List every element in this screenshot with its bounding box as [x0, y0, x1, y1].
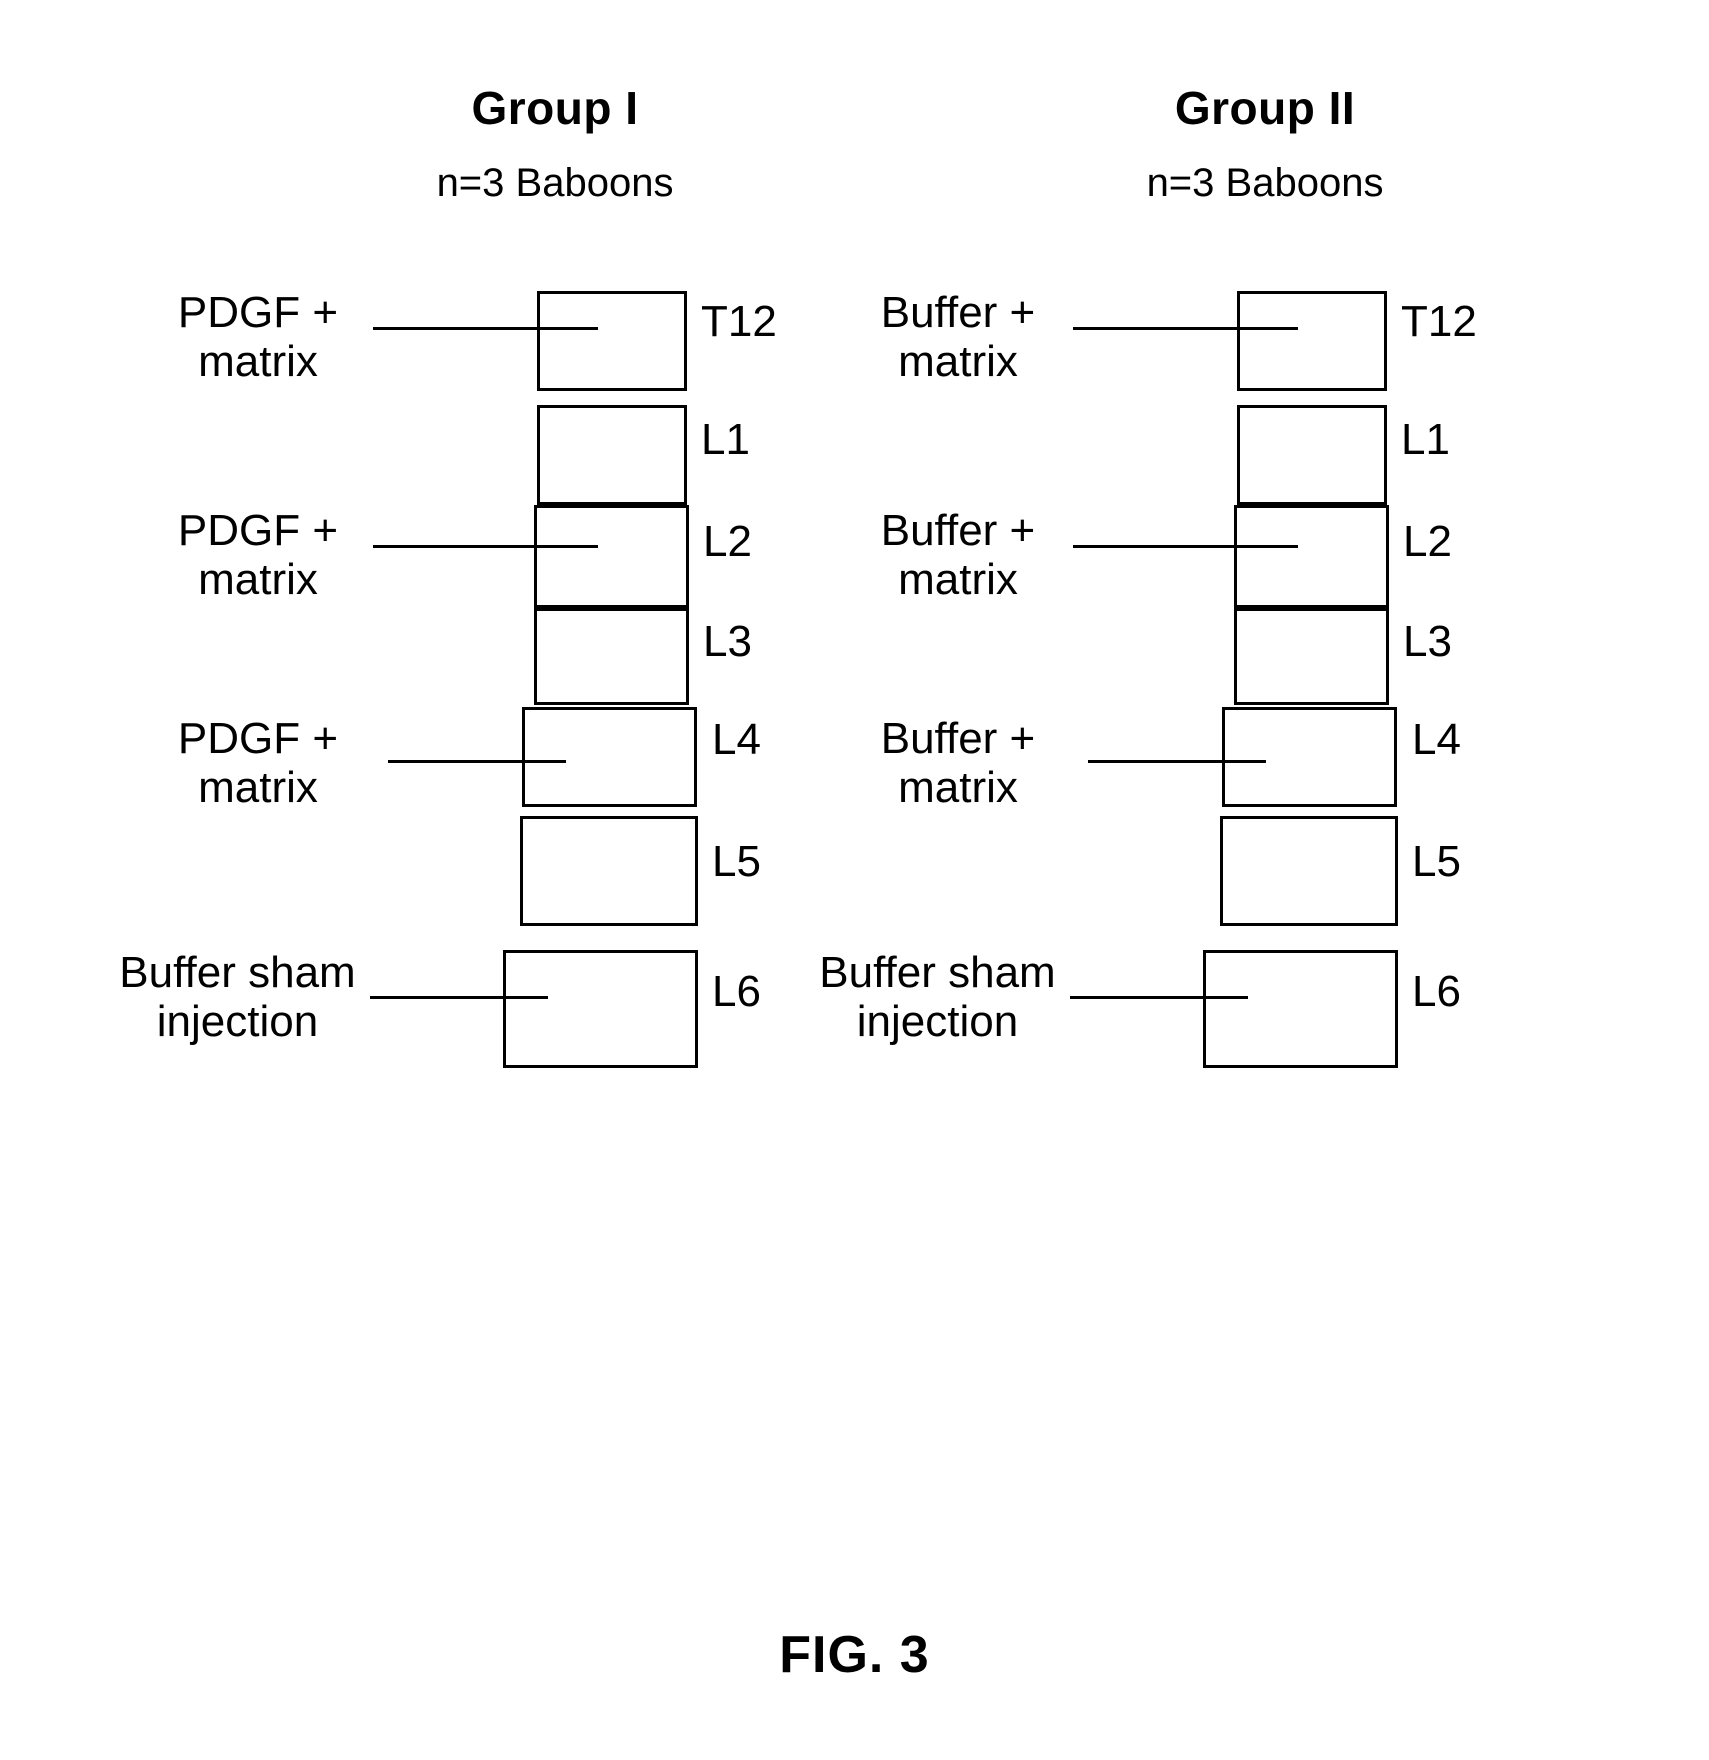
treatment-label-l2-line2: matrix: [898, 555, 1018, 605]
vertebra-box-l6: [503, 950, 698, 1068]
treatment-label-l2-line1: PDGF +: [177, 506, 339, 555]
treatment-label-l2-line1: Buffer +: [880, 506, 1036, 555]
treatment-label-l2: PDGF + matrix: [138, 506, 378, 605]
treatment-label-l6: Buffer sham injection: [810, 948, 1065, 1047]
treatment-label-t12: Buffer + matrix: [838, 288, 1078, 387]
vertebra-label-l1: L1: [1401, 415, 1450, 464]
treatment-label-l4-line1: PDGF +: [177, 714, 339, 763]
vertebra-label-l6: L6: [1412, 967, 1461, 1016]
treatment-label-l4-line1: Buffer +: [880, 714, 1036, 763]
leader-line-l6: [1070, 996, 1248, 999]
leader-line-l4: [1088, 760, 1266, 763]
vertebra-box-l5: [520, 816, 698, 926]
vertebra-box-l4: [522, 707, 697, 807]
leader-line-l2: [1073, 545, 1298, 548]
treatment-label-l6-line2: injection: [856, 997, 1019, 1047]
treatment-label-t12-line2: matrix: [898, 337, 1018, 387]
vertebra-box-l2: [1234, 505, 1389, 608]
vertebra-label-l2: L2: [1403, 517, 1452, 566]
vertebra-box-l6: [1203, 950, 1398, 1068]
vertebra-box-l3: [534, 608, 689, 705]
treatment-label-l2: Buffer + matrix: [838, 506, 1078, 605]
treatment-label-t12-line2: matrix: [198, 337, 318, 387]
treatment-label-l4-line2: matrix: [898, 763, 1018, 813]
vertebra-box-t12: [1237, 291, 1387, 391]
treatment-label-l6-line1: Buffer sham: [119, 948, 356, 997]
vertebra-box-l3: [1234, 608, 1389, 705]
treatment-label-l4: Buffer + matrix: [838, 714, 1078, 813]
vertebra-label-l4: L4: [1412, 715, 1461, 764]
figure-caption: FIG. 3: [779, 1626, 930, 1684]
treatment-label-t12: PDGF + matrix: [138, 288, 378, 387]
vertebra-label-t12: T12: [1401, 297, 1477, 346]
treatment-label-l6-line1: Buffer sham: [819, 948, 1056, 997]
vertebra-box-l5: [1220, 816, 1398, 926]
spine-diagram-group-2: T12 L1 L2 L3 L4 L5 L6 Buffer + matrix Bu…: [700, 0, 1554, 1760]
vertebra-label-l5: L5: [1412, 837, 1461, 886]
vertebra-box-l1: [1237, 405, 1387, 505]
treatment-label-t12-line1: Buffer +: [880, 288, 1036, 337]
leader-line-l4: [388, 760, 566, 763]
treatment-label-l6-line2: injection: [156, 997, 319, 1047]
leader-line-t12: [1073, 327, 1298, 330]
leader-line-l2: [373, 545, 598, 548]
treatment-label-l4: PDGF + matrix: [138, 714, 378, 813]
leader-line-t12: [373, 327, 598, 330]
treatment-label-l2-line2: matrix: [198, 555, 318, 605]
treatment-label-t12-line1: PDGF +: [177, 288, 339, 337]
vertebra-box-l1: [537, 405, 687, 505]
vertebra-box-l2: [534, 505, 689, 608]
vertebra-box-l4: [1222, 707, 1397, 807]
figure-canvas: Group I n=3 Baboons Group II n=3 Baboons…: [0, 0, 1709, 1760]
vertebra-box-t12: [537, 291, 687, 391]
leader-line-l6: [370, 996, 548, 999]
treatment-label-l4-line2: matrix: [198, 763, 318, 813]
vertebra-label-l3: L3: [1403, 617, 1452, 666]
treatment-label-l6: Buffer sham injection: [110, 948, 365, 1047]
